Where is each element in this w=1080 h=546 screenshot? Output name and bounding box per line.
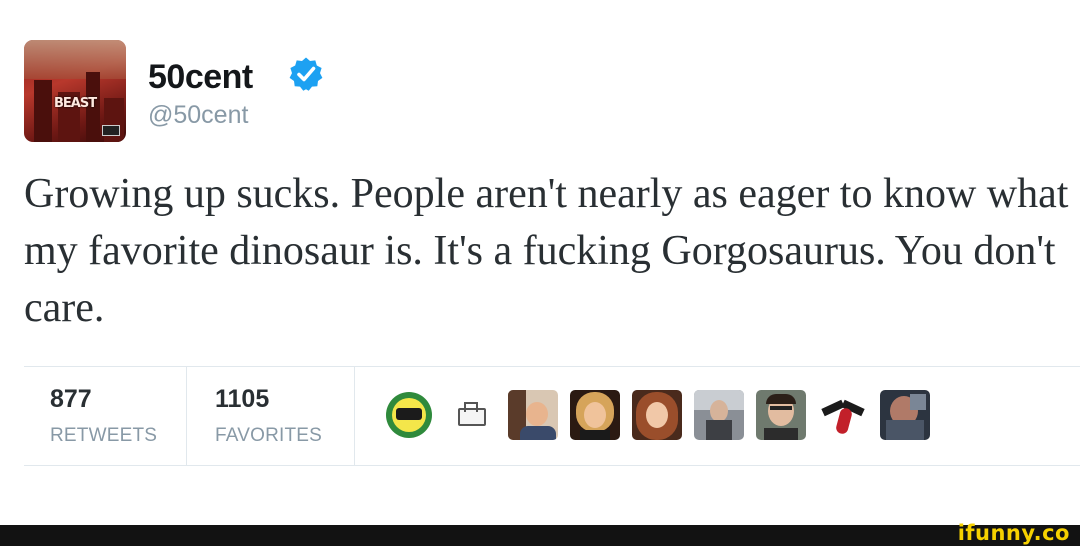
- watermark-bar: ifunny.co: [0, 521, 1080, 546]
- watermark-logo: ifunny.co: [957, 521, 1070, 545]
- stats-bottom-divider: [24, 465, 1080, 466]
- favorites-label[interactable]: FAVORITES: [215, 425, 322, 447]
- avatar-bird-icon[interactable]: [818, 390, 868, 440]
- avatar-advisory-sticker: [102, 125, 120, 136]
- stats-top-divider: [24, 366, 1080, 367]
- avatar-person-icon[interactable]: [756, 390, 806, 440]
- retweets-label[interactable]: RETWEETS: [50, 425, 157, 447]
- avatar-person-icon[interactable]: [694, 390, 744, 440]
- verified-badge-icon: [289, 57, 323, 91]
- tweet-text: Growing up sucks. People aren't nearly a…: [24, 171, 1069, 331]
- favorites-count[interactable]: 1105: [215, 385, 269, 414]
- stats-divider: [354, 367, 355, 465]
- avatar-person-icon[interactable]: [880, 390, 930, 440]
- avatar-person-icon[interactable]: [570, 390, 620, 440]
- display-name[interactable]: 50cent: [148, 57, 253, 97]
- profile-avatar[interactable]: BEAST: [24, 40, 126, 142]
- stats-divider: [186, 367, 187, 465]
- avatar-sketch-icon[interactable]: [446, 390, 496, 440]
- user-handle[interactable]: @50cent: [148, 100, 248, 130]
- avatar-art-sky: [24, 40, 126, 79]
- retweets-count[interactable]: 877: [50, 385, 92, 414]
- avatar-person-icon[interactable]: [632, 390, 682, 440]
- avatar-person-icon[interactable]: [508, 390, 558, 440]
- avatar-art-building: [34, 80, 52, 142]
- avatar-cup-logo-icon[interactable]: [384, 390, 434, 440]
- avatar-album-text: BEAST: [54, 96, 97, 111]
